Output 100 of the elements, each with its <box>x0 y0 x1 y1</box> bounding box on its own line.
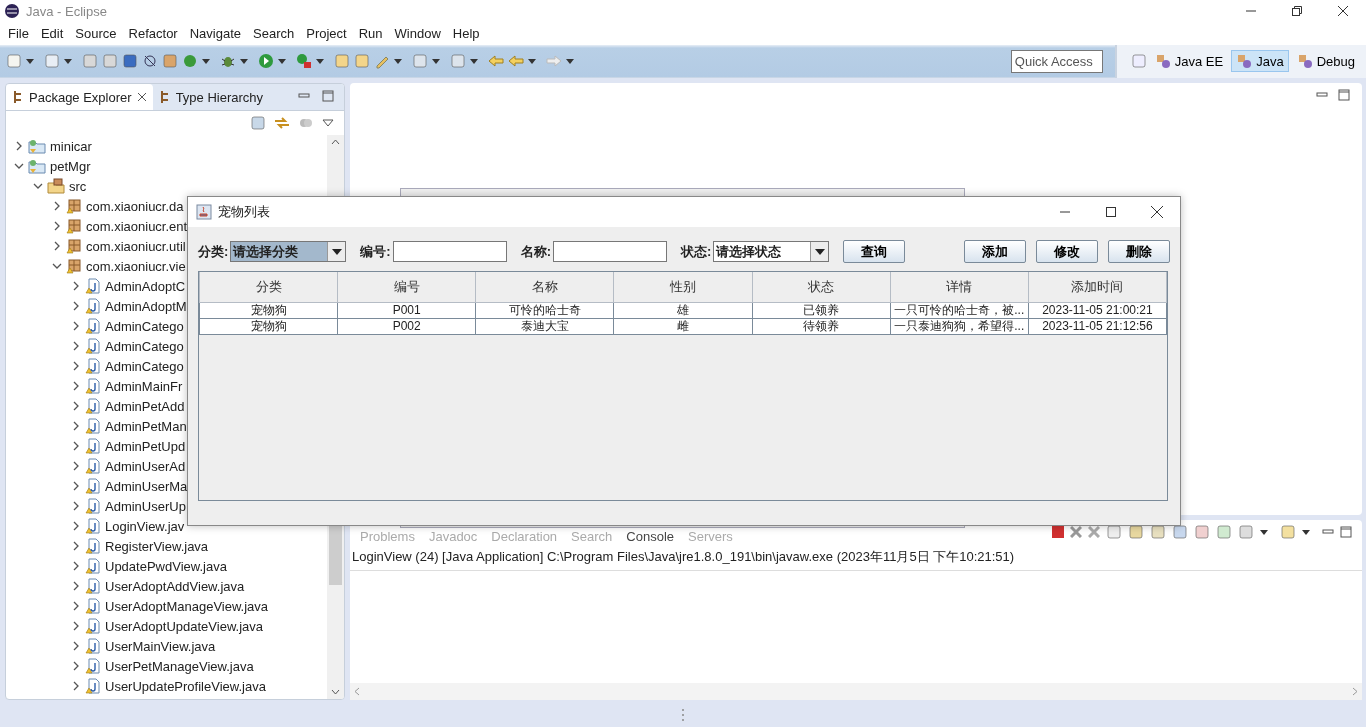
menu-item[interactable]: File <box>2 26 35 41</box>
dropdown[interactable]: 请选择状态 <box>713 241 830 262</box>
filter-label: 编号: <box>360 242 391 261</box>
tree-item[interactable]: UserAdoptManageView.java <box>105 598 269 614</box>
caret-icon[interactable] <box>528 58 536 64</box>
tree-item[interactable]: UserPetManageView.java <box>105 658 254 674</box>
menu-item[interactable]: Source <box>69 26 123 41</box>
caret-icon[interactable] <box>26 58 34 64</box>
close-icon[interactable] <box>136 92 147 102</box>
search-button[interactable]: 查询 <box>843 240 906 263</box>
java-file-icon <box>85 398 101 414</box>
column-header[interactable]: 详情 <box>890 272 1029 302</box>
caret-icon[interactable] <box>331 248 342 255</box>
tree-item[interactable]: com.xiaoniucr.ent <box>86 218 188 234</box>
menu-item[interactable]: Run <box>352 26 389 41</box>
perspective-icon <box>1236 53 1253 69</box>
tree-item[interactable]: AdminUserAd <box>105 458 186 474</box>
caret-icon[interactable] <box>566 58 574 64</box>
column-header[interactable]: 分类 <box>199 272 338 302</box>
menu-item[interactable]: Search <box>247 26 301 41</box>
tree-item[interactable]: UserAdoptAddView.java <box>105 578 245 594</box>
grip-icon[interactable] <box>681 707 685 722</box>
tree-item[interactable]: AdminCatego <box>105 358 184 374</box>
chevron-right-icon[interactable] <box>14 141 24 151</box>
tree-item[interactable]: src <box>69 178 87 194</box>
column-header[interactable]: 状态 <box>752 272 891 302</box>
menu-item[interactable]: Edit <box>34 26 70 41</box>
column-header[interactable]: 名称 <box>475 272 614 302</box>
caret-icon[interactable] <box>240 58 248 64</box>
remove-all-icon[interactable] <box>1088 526 1100 538</box>
scroll-up-icon[interactable] <box>331 139 340 145</box>
action-button[interactable]: 修改 <box>1036 240 1098 263</box>
java-file-icon <box>85 538 101 554</box>
tree-item[interactable]: com.xiaoniucr.vie <box>86 258 186 274</box>
view-menu-icon[interactable] <box>322 119 334 127</box>
input-field[interactable] <box>392 241 507 262</box>
perspective-button[interactable]: Java <box>1231 50 1289 72</box>
link-arrows-icon[interactable] <box>274 115 290 131</box>
package-icon <box>66 218 82 234</box>
tree-item[interactable]: UserAdoptUpdateView.java <box>105 618 264 634</box>
tree-item[interactable]: AdminPetUpd <box>105 438 186 454</box>
caret-icon[interactable] <box>1302 529 1310 535</box>
maximize-icon[interactable] <box>1106 207 1116 217</box>
project-folder-icon <box>28 158 46 174</box>
caret-icon[interactable] <box>202 58 210 64</box>
tree-item[interactable]: LoginView.jav <box>105 518 185 534</box>
menu-item[interactable]: Project <box>300 26 353 41</box>
close-icon[interactable] <box>1151 206 1163 218</box>
scroll-down-icon[interactable] <box>331 689 340 695</box>
caret-icon[interactable] <box>278 58 286 64</box>
caret-icon[interactable] <box>1260 529 1268 535</box>
view-tab[interactable]: Type Hierarchy <box>152 84 270 110</box>
column-header[interactable]: 编号 <box>337 272 476 302</box>
java-file-icon <box>85 458 101 474</box>
slash-circle-icon[interactable] <box>142 53 158 69</box>
perspective-button[interactable]: Debug <box>1291 50 1360 72</box>
caret-icon[interactable] <box>64 58 72 64</box>
tree-item[interactable]: AdminCatego <box>105 318 184 334</box>
caret-icon[interactable] <box>814 248 825 255</box>
tree-item[interactable]: AdminCatego <box>105 338 184 354</box>
tree-item[interactable]: AdminPetAdd <box>105 398 185 414</box>
column-header[interactable]: 添加时间 <box>1028 272 1167 302</box>
tree-item[interactable]: UserUpdateProfileView.java <box>105 678 266 694</box>
view-tab[interactable]: Console <box>620 528 680 544</box>
caret-icon[interactable] <box>470 58 478 64</box>
tree-item[interactable]: com.xiaoniucr.da <box>86 198 184 214</box>
eclipse-logo-icon <box>4 3 20 19</box>
tree-item[interactable]: AdminUserUp <box>105 498 186 514</box>
tree-item[interactable]: RegisterView.java <box>105 538 209 554</box>
tree-item[interactable]: UserMainView.java <box>105 638 216 654</box>
chevron-down-icon[interactable] <box>52 261 62 271</box>
perspective-button[interactable]: Java EE <box>1149 50 1229 72</box>
menu-item[interactable]: Navigate <box>183 26 247 41</box>
filter-label: 分类: <box>198 242 229 261</box>
tree-item[interactable]: minicar <box>50 138 92 154</box>
tree-item[interactable]: AdminMainFr <box>105 378 183 394</box>
tree-item[interactable]: AdminUserMa <box>105 478 188 494</box>
input-field[interactable] <box>553 241 668 262</box>
tree-item[interactable]: petMgr <box>50 158 91 174</box>
tree-item[interactable]: UpdatePwdView.java <box>105 558 227 574</box>
tree-item[interactable]: com.xiaoniucr.util <box>86 238 186 254</box>
action-button[interactable]: 添加 <box>964 240 1026 263</box>
remove-icon[interactable] <box>1070 526 1082 538</box>
column-header[interactable]: 性别 <box>613 272 753 302</box>
action-button[interactable]: 删除 <box>1108 240 1170 263</box>
tree-item[interactable]: AdminPetMan <box>105 418 187 434</box>
caret-icon[interactable] <box>316 58 324 64</box>
menu-item[interactable]: Refactor <box>122 26 184 41</box>
caret-icon[interactable] <box>432 58 440 64</box>
dropdown[interactable]: 请选择分类 <box>230 241 347 262</box>
view-tab[interactable]: Package Explorer <box>6 84 153 110</box>
caret-icon[interactable] <box>394 58 402 64</box>
restore-icon[interactable] <box>1292 6 1302 16</box>
close-icon[interactable] <box>1338 6 1348 16</box>
menu-item[interactable]: Window <box>388 26 447 41</box>
run-icon[interactable] <box>258 53 274 69</box>
tree-item[interactable]: AdminAdoptC <box>105 278 186 294</box>
quick-access-field[interactable]: Quick Access <box>1010 49 1103 73</box>
tree-item[interactable]: AdminAdoptM <box>105 298 187 314</box>
menu-item[interactable]: Help <box>446 26 486 41</box>
